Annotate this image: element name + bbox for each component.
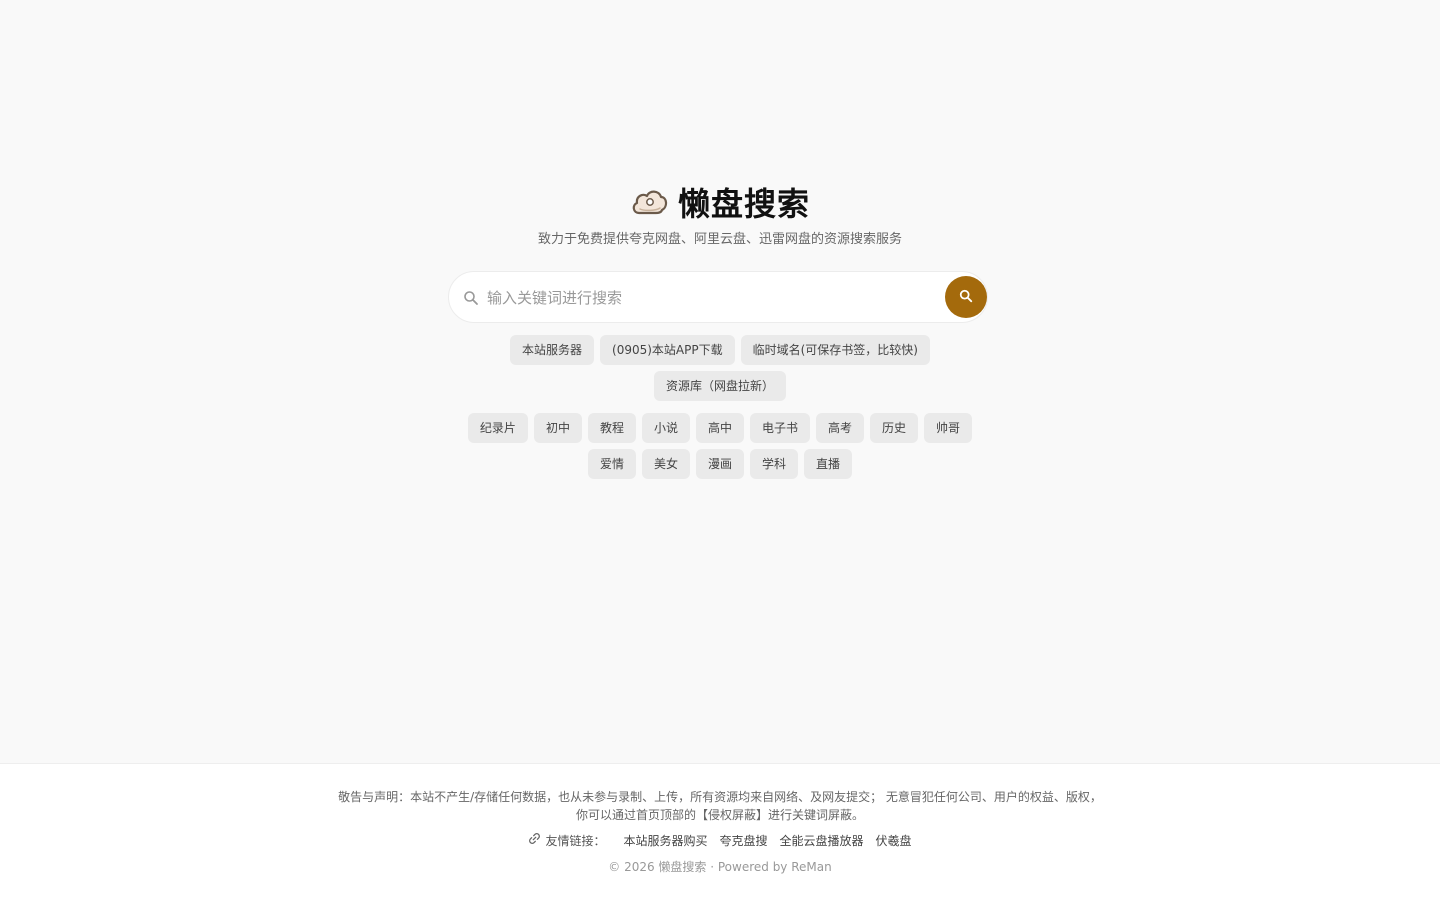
footer: 敬告与声明：本站不产生/存储任何数据，也从未参与录制、上传，所有资源均来自网络、…	[0, 763, 1440, 900]
quick-links-row-2: 资源库（网盘拉新）	[0, 371, 1440, 401]
search-input[interactable]	[487, 284, 937, 312]
tag-item[interactable]: 高中	[695, 413, 744, 443]
tag-item[interactable]: 学科	[750, 449, 799, 479]
quick-link-resource-library[interactable]: 资源库（网盘拉新）	[653, 371, 786, 401]
tag-item[interactable]: 纪录片	[467, 413, 528, 443]
friend-links-label-wrap: 友情链接：	[528, 832, 605, 850]
brand: 懒盘搜索	[0, 184, 1440, 224]
tag-item[interactable]: 电子书	[750, 413, 811, 443]
tag-item[interactable]: 美女	[641, 449, 690, 479]
copyright: © 2026 懒盘搜索 · Powered by ReMan	[608, 860, 832, 874]
tag-item[interactable]: 漫画	[695, 449, 744, 479]
friend-links: 友情链接： 本站服务器购买 夸克盘搜 全能云盘播放器 伏羲盘	[0, 832, 1440, 850]
quick-link-temp-domain[interactable]: 临时域名(可保存书签，比较快)	[740, 335, 930, 365]
search-button-icon	[959, 289, 973, 306]
main-area: 懒盘搜索 致力于免费提供夸克网盘、阿里云盘、迅雷网盘的资源搜索服务 本站服务器 …	[0, 0, 1440, 763]
disclaimer-line-1: 敬告与声明：本站不产生/存储任何数据，也从未参与录制、上传，所有资源均来自网络、…	[338, 790, 1102, 804]
friend-link-server-purchase[interactable]: 本站服务器购买	[623, 832, 707, 850]
disclaimer: 敬告与声明：本站不产生/存储任何数据，也从未参与录制、上传，所有资源均来自网络、…	[0, 788, 1440, 824]
link-icon	[528, 832, 541, 850]
cloud-logo-icon	[630, 185, 668, 223]
tag-item[interactable]: 帅哥	[924, 413, 973, 443]
tag-item[interactable]: 直播	[804, 449, 853, 479]
tagline: 致力于免费提供夸克网盘、阿里云盘、迅雷网盘的资源搜索服务	[537, 232, 902, 247]
tag-item[interactable]: 初中	[533, 413, 582, 443]
friend-link-fuxi-pan[interactable]: 伏羲盘	[876, 832, 912, 850]
tag-item[interactable]: 爱情	[587, 449, 636, 479]
quick-link-server[interactable]: 本站服务器	[510, 335, 595, 365]
site-title: 懒盘搜索	[677, 185, 810, 223]
tag-item[interactable]: 教程	[587, 413, 636, 443]
tag-row-2: 爱情 美女 漫画 学科 直播	[0, 449, 1440, 479]
tag-item[interactable]: 高考	[816, 413, 865, 443]
tag-item[interactable]: 小说	[641, 413, 690, 443]
disclaimer-line-2: 你可以通过首页顶部的【侵权屏蔽】进行关键词屏蔽。	[575, 808, 864, 822]
friend-link-quark-search[interactable]: 夸克盘搜	[719, 832, 767, 850]
quick-links-row-1: 本站服务器 (0905)本站APP下载 临时域名(可保存书签，比较快)	[0, 335, 1440, 365]
search-bar	[448, 271, 988, 323]
search-button[interactable]	[945, 276, 987, 318]
friend-link-cloud-player[interactable]: 全能云盘播放器	[780, 832, 864, 850]
friend-links-label: 友情链接：	[545, 834, 606, 848]
quick-link-app-download[interactable]: (0905)本站APP下载	[600, 335, 735, 365]
tag-item[interactable]: 历史	[870, 413, 919, 443]
tag-row-1: 纪录片 初中 教程 小说 高中 电子书 高考 历史 帅哥	[0, 413, 1440, 443]
